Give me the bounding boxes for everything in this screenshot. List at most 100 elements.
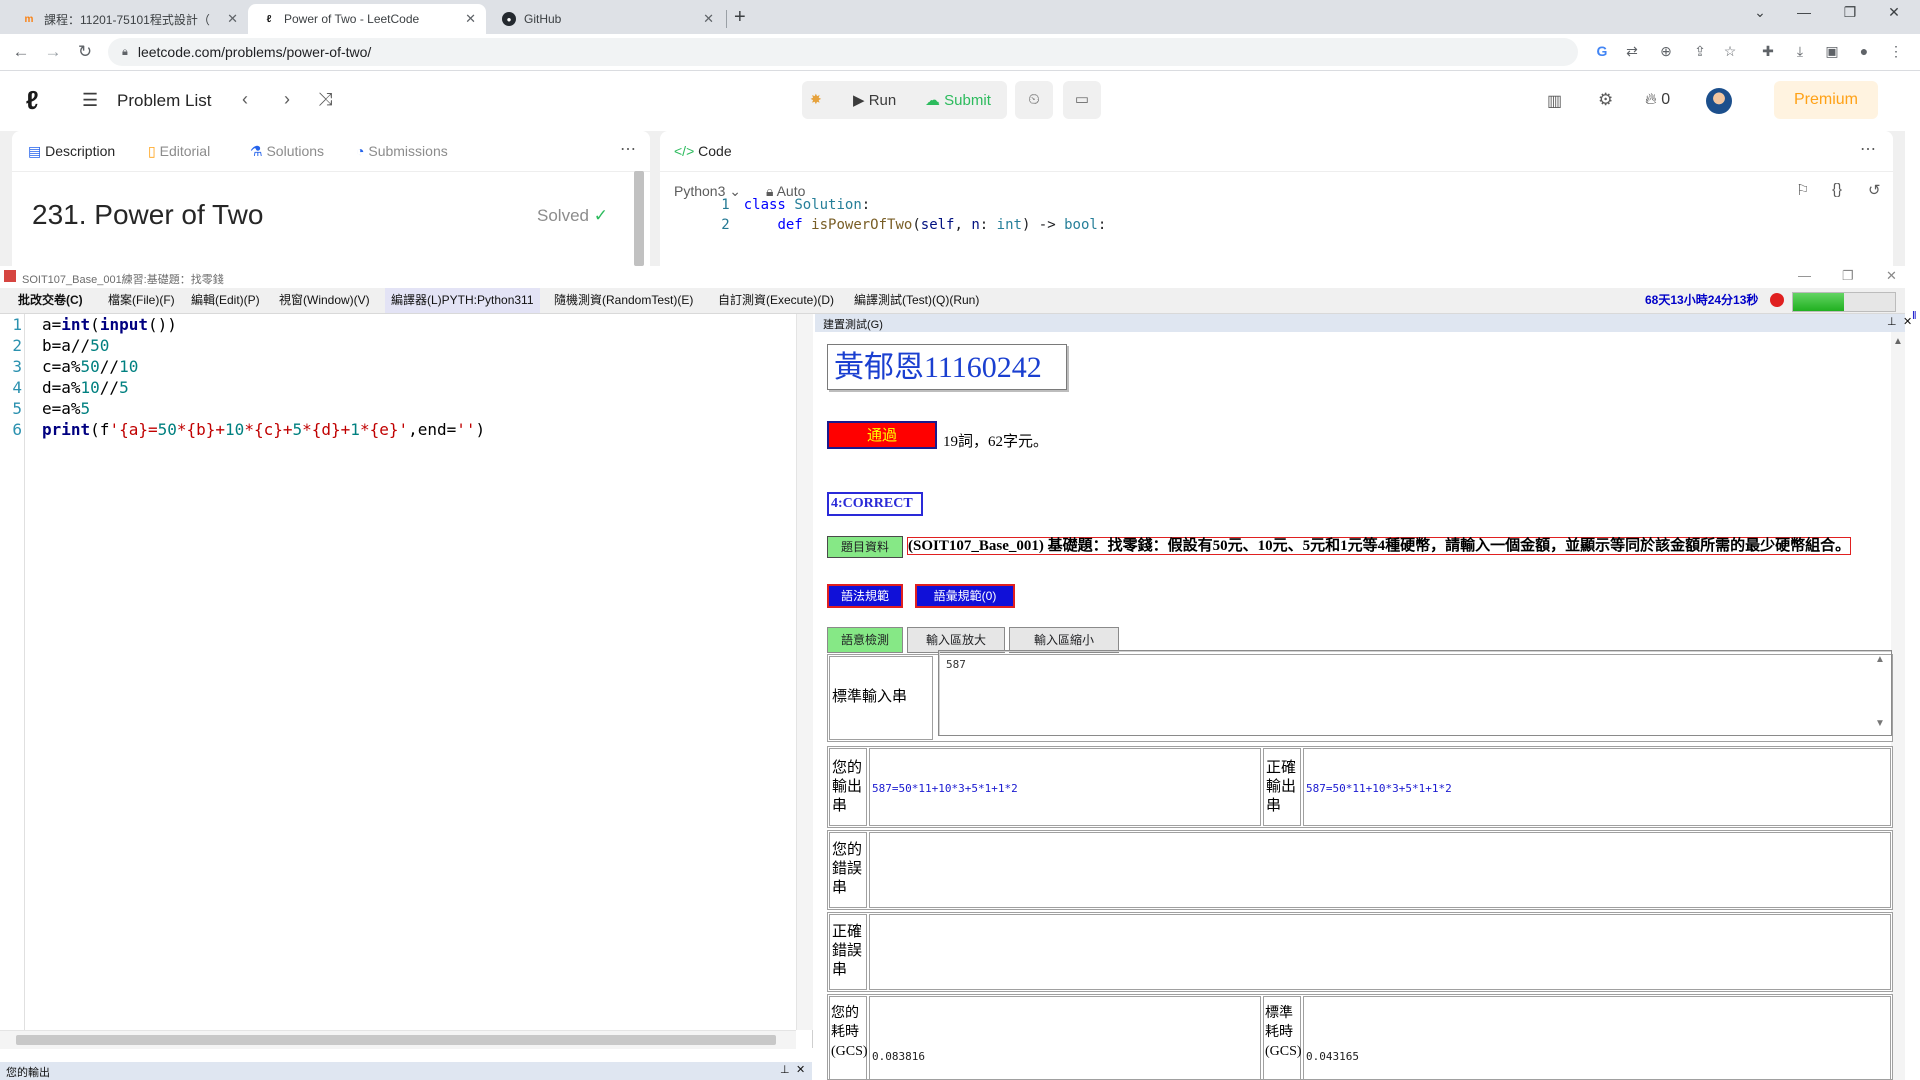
overflow-icon[interactable]: ‖ bbox=[1912, 310, 1917, 322]
problem-list-link[interactable]: Problem List bbox=[117, 91, 211, 111]
code-line[interactable]: b=a//50 bbox=[42, 336, 109, 355]
stdin-textarea[interactable] bbox=[938, 650, 1892, 736]
problem-text: (SOIT107_Base_001) 基礎題：找零錢：假設有50元、10元、5元… bbox=[907, 537, 1852, 555]
menu-file[interactable]: 檔案(File)(F) bbox=[102, 288, 181, 313]
download-icon[interactable]: ⤓ bbox=[1790, 43, 1810, 60]
forward-icon[interactable]: → bbox=[42, 42, 64, 62]
share-icon[interactable]: ⇪ bbox=[1690, 43, 1710, 60]
reload-icon[interactable]: ↻ bbox=[74, 42, 96, 62]
google-icon[interactable]: G bbox=[1592, 43, 1612, 59]
problem-info-button[interactable]: 題目資料 bbox=[827, 536, 903, 558]
param: self bbox=[920, 217, 955, 233]
new-tab-button[interactable]: + bbox=[734, 6, 746, 29]
scroll-up-icon[interactable]: ▲ bbox=[1875, 654, 1885, 665]
translate-icon[interactable]: ⇄ bbox=[1622, 43, 1642, 60]
scrollbar[interactable] bbox=[634, 171, 644, 266]
vertical-scrollbar[interactable] bbox=[796, 314, 813, 1030]
semantic-check-button[interactable]: 語意檢測 bbox=[827, 627, 903, 653]
browser-tab-leetcode[interactable]: ℓ Power of Two - LeetCode ✕ bbox=[248, 4, 486, 34]
code-line[interactable]: c=a%50//10 bbox=[42, 357, 138, 376]
more-icon[interactable]: ⋯ bbox=[1860, 139, 1876, 159]
tab-editorial[interactable]: ▯ Editorial bbox=[148, 143, 210, 160]
avatar[interactable] bbox=[1706, 88, 1732, 114]
gear-icon[interactable]: ⚙ bbox=[1598, 90, 1613, 110]
close-icon[interactable]: ✕ bbox=[465, 11, 476, 27]
tab-solutions[interactable]: ⚗ Solutions bbox=[250, 143, 324, 160]
menu-edit[interactable]: 編輯(Edit)(P) bbox=[185, 288, 266, 313]
lock-icon[interactable]: 🔒︎ bbox=[122, 46, 128, 59]
format-icon[interactable]: {} bbox=[1832, 181, 1842, 198]
code-line[interactable]: d=a%10//5 bbox=[42, 378, 129, 397]
close-icon[interactable]: ✕ bbox=[796, 1063, 805, 1076]
close-window-button[interactable]: ✕ bbox=[1886, 268, 1897, 284]
list-icon[interactable]: ☰ bbox=[82, 90, 98, 111]
minimize-button[interactable]: — bbox=[1798, 268, 1811, 283]
scroll-down-icon[interactable]: ▼ bbox=[1875, 718, 1885, 729]
tab-code[interactable]: </> Code bbox=[674, 143, 732, 159]
result-status: 4:CORRECT bbox=[827, 492, 923, 516]
your-output-label: 您的輸出串 bbox=[832, 760, 863, 814]
shuffle-icon[interactable]: ⤨ bbox=[318, 89, 332, 110]
menu-submit-exam[interactable]: 批改交卷(C) bbox=[12, 288, 89, 313]
syntax-rules-button[interactable]: 語法規範 bbox=[827, 584, 903, 608]
function-name: isPowerOfTwo bbox=[811, 217, 913, 233]
menu-window[interactable]: 視窗(Window)(V) bbox=[273, 288, 376, 313]
notes-icon[interactable]: ▭ bbox=[1063, 81, 1101, 119]
prev-problem-icon[interactable]: ‹ bbox=[242, 89, 248, 110]
horizontal-scrollbar[interactable] bbox=[0, 1030, 796, 1049]
tab-label: Editorial bbox=[159, 143, 211, 159]
scroll-up-icon[interactable]: ▲ bbox=[1893, 336, 1903, 347]
vocab-rules-button[interactable]: 語彙規範(0) bbox=[915, 584, 1015, 608]
reset-icon[interactable]: ↺ bbox=[1868, 181, 1881, 199]
tab-submissions[interactable]: ◔ Submissions bbox=[356, 143, 448, 159]
menu-icon[interactable]: ⋮ bbox=[1886, 43, 1906, 60]
debug-icon[interactable]: ✸ bbox=[810, 91, 822, 108]
minimize-button[interactable]: — bbox=[1784, 4, 1824, 20]
submit-button[interactable]: ☁ Submit bbox=[925, 91, 991, 109]
code-editor[interactable]: 1 2 3 4 5 6 a=int(input()) b=a//50 c=a%5… bbox=[0, 314, 813, 1049]
back-icon[interactable]: ← bbox=[10, 42, 32, 62]
timer-icon[interactable]: ⏲ bbox=[1015, 81, 1053, 119]
layout-icon[interactable]: ▥ bbox=[1547, 91, 1562, 111]
menu-random-test[interactable]: 隨機測資(RandomTest)(E) bbox=[548, 288, 699, 313]
close-icon[interactable]: ✕ bbox=[227, 11, 238, 27]
code-line[interactable]: a=int(input()) bbox=[42, 315, 177, 334]
menu-custom-test[interactable]: 自訂測資(Execute)(D) bbox=[712, 288, 840, 313]
correct-output-label: 正確輸出串 bbox=[1266, 760, 1297, 814]
profile-icon[interactable]: ● bbox=[1854, 43, 1874, 59]
url-bar[interactable]: 🔒︎ leetcode.com/problems/power-of-two/ bbox=[108, 38, 1578, 66]
browser-tab-github[interactable]: ● GitHub ✕ bbox=[488, 4, 724, 34]
leetcode-logo[interactable]: ℓ bbox=[26, 85, 52, 115]
tab-label: Solutions bbox=[266, 143, 325, 159]
bookmark-star-icon[interactable]: ☆ bbox=[1720, 43, 1740, 60]
tab-search-icon[interactable]: ⌄ bbox=[1740, 4, 1780, 21]
restore-button[interactable]: ❐ bbox=[1842, 268, 1854, 284]
bookmark-icon[interactable]: ⚐ bbox=[1796, 181, 1809, 199]
pin-icon[interactable]: ⊥ bbox=[1887, 315, 1897, 328]
streak-counter[interactable]: 🔥︎ 0 bbox=[1645, 91, 1670, 109]
description-panel: ▤ Description ▯ Editorial ⚗ Solutions ◔ … bbox=[12, 131, 650, 266]
code-line[interactable]: print(f'{a}=50*{b}+10*{c}+5*{d}+1*{e}',e… bbox=[42, 420, 485, 439]
scroll-thumb[interactable] bbox=[16, 1035, 776, 1045]
code-line[interactable]: 2 def isPowerOfTwo(self, n: int) -> bool… bbox=[660, 201, 1106, 249]
menu-compiler[interactable]: 編譯器(L)PYTH:Python311 bbox=[385, 288, 540, 313]
run-button[interactable]: ▶ Run bbox=[853, 91, 896, 109]
side-panel-icon[interactable]: ▣ bbox=[1822, 43, 1842, 60]
extensions-icon[interactable]: ✚ bbox=[1758, 43, 1778, 60]
next-problem-icon[interactable]: › bbox=[284, 89, 290, 110]
close-icon[interactable]: ✕ bbox=[1903, 315, 1912, 328]
restore-button[interactable]: ❐ bbox=[1830, 4, 1870, 21]
tab-description[interactable]: ▤ Description bbox=[28, 143, 115, 160]
premium-button[interactable]: Premium bbox=[1774, 81, 1878, 119]
divider bbox=[660, 171, 1893, 172]
pin-icon[interactable]: ⊥ bbox=[780, 1063, 790, 1076]
browser-tab-course[interactable]: m 課程：11201-75101程式設計（ ✕ bbox=[8, 4, 248, 34]
menu-compile-run[interactable]: 編譯測試(Test)(Q)(Run) bbox=[848, 288, 985, 313]
vertical-scrollbar[interactable]: ▲ bbox=[1891, 332, 1905, 1080]
solved-label: Solved bbox=[537, 206, 589, 225]
code-line[interactable]: e=a%5 bbox=[42, 399, 90, 418]
more-icon[interactable]: ⋯ bbox=[620, 139, 636, 159]
close-icon[interactable]: ✕ bbox=[703, 11, 714, 27]
zoom-icon[interactable]: ⊕ bbox=[1656, 43, 1676, 60]
close-window-button[interactable]: ✕ bbox=[1874, 4, 1914, 21]
